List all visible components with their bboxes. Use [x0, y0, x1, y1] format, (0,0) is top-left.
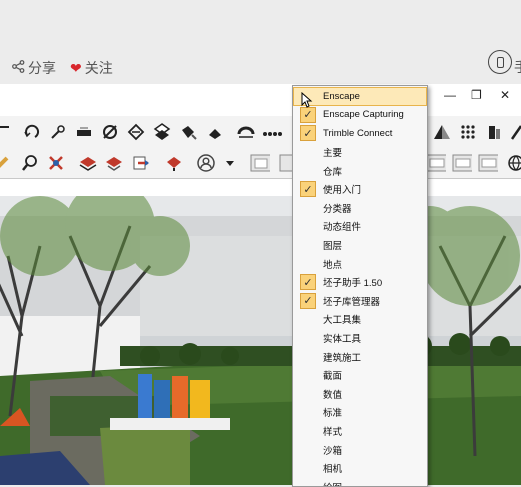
user-account-icon[interactable] [196, 153, 216, 173]
menu-item[interactable]: ✓ Enscape Capturing [293, 106, 427, 125]
model-scene [0, 196, 521, 485]
checkmark-icon: ✓ [300, 292, 316, 309]
checkmark-icon: ✓ [300, 274, 316, 290]
sketchup-window: — ❐ ✕ [0, 84, 521, 485]
menu-item-label: 主要 [323, 148, 343, 160]
warehouse-icon[interactable] [164, 153, 184, 173]
model-viewport[interactable] [0, 196, 521, 485]
export-icon[interactable] [132, 153, 152, 173]
checkmark-icon: ✓ [300, 181, 316, 197]
rotate-tool-icon[interactable] [22, 122, 42, 142]
follow-me-icon[interactable] [48, 122, 68, 142]
menu-item[interactable]: 沙箱 [293, 440, 427, 459]
menu-item[interactable]: 图层 [293, 236, 427, 255]
menu-item-label: 坯子助手 1.50 [323, 278, 383, 290]
menu-item[interactable]: ✓ 坯子助手 1.50 [293, 273, 427, 292]
menu-item-label: 分类器 [323, 203, 352, 215]
toolbars-context-menu: Enscape ✓ Enscape Capturing ✓ Trimble Connec… [292, 85, 428, 487]
menu-item[interactable]: 截面 [293, 366, 427, 385]
phone-label: 手 [514, 57, 521, 77]
paint-bucket-icon[interactable] [178, 122, 198, 142]
minimize-button[interactable]: — [444, 88, 456, 102]
menu-item[interactable]: ✓ 坯子库管理器 [293, 292, 427, 311]
checkmark-icon: ✓ [300, 125, 316, 142]
mouse-cursor-icon [301, 91, 313, 113]
style-thumbnail-icon[interactable] [478, 153, 498, 173]
menu-item[interactable]: 数值 [293, 385, 427, 404]
menu-item[interactable]: 建筑施工 [293, 347, 427, 366]
menu-item-label: 建筑施工 [323, 352, 362, 364]
menu-item-label: 实体工具 [323, 334, 362, 346]
menu-item[interactable]: 大工具集 [293, 310, 427, 329]
menu-item[interactable]: 相机 [293, 459, 427, 478]
toolbar-secondary [0, 148, 521, 179]
scene-thumbnail-icon[interactable] [250, 153, 270, 173]
page-header-bar: 分享 ❤ 关注 手 [0, 0, 521, 84]
menu-item-label: 数值 [323, 389, 343, 401]
share-label: 分享 [28, 60, 56, 76]
component-group-icon[interactable] [78, 153, 98, 173]
menu-item-label: 绘图 [323, 480, 342, 486]
menu-item-label: 标准 [323, 408, 343, 420]
share-button[interactable]: 分享 [12, 58, 56, 78]
menu-item[interactable]: 地点 [293, 254, 427, 273]
menu-item[interactable]: 实体工具 [293, 329, 427, 348]
globe-icon[interactable] [506, 153, 521, 173]
zoom-extents-icon[interactable] [46, 153, 66, 173]
menu-item-label: Trimble Connect [323, 127, 393, 139]
component-tool-icon[interactable] [152, 122, 172, 142]
menu-item[interactable]: 动态组件 [293, 217, 427, 236]
wall-tool-icon[interactable] [484, 122, 504, 142]
menu-item-label: 地点 [323, 259, 343, 271]
menu-item[interactable]: 样式 [293, 422, 427, 441]
menu-item[interactable]: 绘图 [293, 478, 427, 486]
menu-item[interactable]: 仓库 [293, 161, 427, 180]
phone-button[interactable] [488, 50, 512, 74]
menu-item[interactable]: ✓ 使用入门 [293, 180, 427, 199]
menu-item[interactable]: 标准 [293, 403, 427, 422]
menu-item-label: 坯子库管理器 [323, 296, 381, 308]
close-button[interactable]: ✕ [500, 88, 510, 102]
style-thumbnail-icon[interactable] [452, 153, 472, 173]
maximize-button[interactable]: ❐ [471, 88, 482, 102]
offset-tool-icon[interactable] [100, 122, 120, 142]
menu-item-label: 使用入门 [323, 185, 362, 197]
layers-icon[interactable] [104, 153, 124, 173]
share-icon [12, 60, 25, 76]
menu-item-label: Enscape [323, 90, 360, 102]
push-pull-icon[interactable] [74, 122, 94, 142]
menu-item-label: 图层 [323, 241, 343, 253]
orbit-icon[interactable] [236, 122, 256, 142]
follow-label: 关注 [84, 60, 113, 76]
menu-item-label: 大工具集 [323, 315, 362, 327]
dropdown-arrow-icon[interactable] [220, 153, 240, 173]
title-bar: — ❐ ✕ [0, 84, 521, 110]
menu-item[interactable]: 分类器 [293, 199, 427, 218]
menu-item-label: 沙箱 [323, 445, 343, 457]
menu-item-label: 截面 [323, 371, 343, 383]
pencil-icon[interactable] [0, 153, 12, 173]
style-thumbnail-icon[interactable] [426, 153, 446, 173]
menu-item[interactable]: ✓ Trimble Connect [293, 124, 427, 143]
zoom-icon[interactable] [20, 153, 40, 173]
menu-item-label: Enscape Capturing [323, 109, 404, 121]
arc-tool-icon[interactable] [0, 122, 14, 142]
sandbox-icon[interactable] [432, 122, 452, 142]
heart-icon: ❤ [70, 59, 82, 76]
menu-item[interactable]: Enscape [293, 87, 427, 106]
toolbar-main [0, 116, 521, 149]
menu-item-label: 样式 [323, 427, 343, 439]
menu-item[interactable]: 主要 [293, 143, 427, 162]
scale-tool-icon[interactable] [126, 122, 146, 142]
walk-tool-icon[interactable] [262, 122, 282, 142]
menu-item-label: 仓库 [323, 166, 343, 178]
menu-item-label: 动态组件 [323, 222, 362, 234]
section-tool-icon[interactable] [508, 122, 521, 142]
menu-item-label: 相机 [323, 464, 343, 476]
phone-icon [496, 56, 504, 68]
follow-button[interactable]: ❤ 关注 [70, 58, 113, 78]
grid-icon[interactable] [458, 122, 478, 142]
eraser-icon[interactable] [206, 122, 226, 142]
